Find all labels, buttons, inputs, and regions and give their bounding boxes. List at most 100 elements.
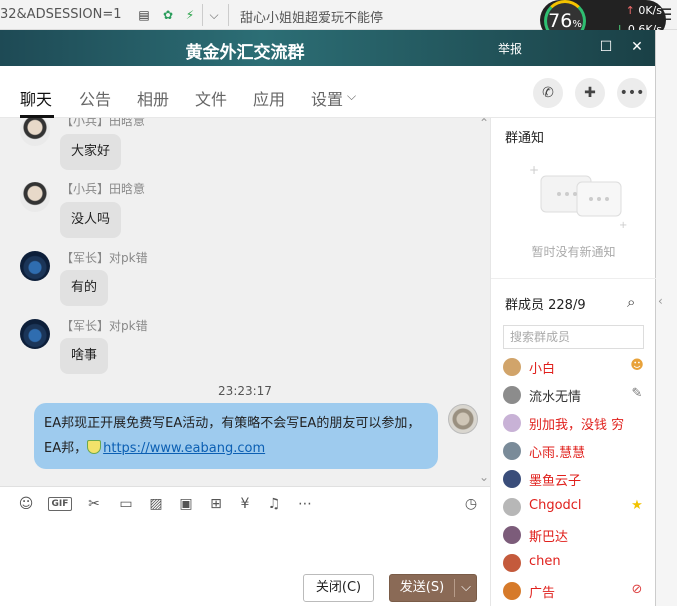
message-bubble: 有的: [60, 270, 109, 306]
input-toolbar: ☺ GIF ✂ ▭ ▨ ▣ ⊞ ¥ ♫ ⋯ ◷: [0, 486, 490, 520]
member-name: 斯巴达: [529, 530, 569, 545]
member-row[interactable]: Chgodcl ★: [503, 496, 651, 518]
emoji-icon[interactable]: ☺: [17, 495, 35, 513]
member-row[interactable]: 墨鱼云子: [503, 468, 651, 490]
avatar[interactable]: [20, 182, 50, 212]
history-clock-icon[interactable]: ◷: [462, 495, 480, 513]
message-sender: 【小兵】田晗意: [61, 182, 146, 196]
gift-icon[interactable]: ⊞: [207, 495, 225, 513]
message-bubble: 啥事: [60, 338, 109, 374]
collapse-arrow-icon[interactable]: ‹: [658, 294, 663, 308]
percent-unit: %: [572, 19, 582, 30]
tab-apps[interactable]: 应用: [253, 86, 285, 110]
member-name: 小白: [529, 362, 556, 377]
background-window-edge: ‹: [655, 30, 677, 606]
member-name: chen: [529, 554, 561, 569]
gif-icon[interactable]: GIF: [48, 497, 72, 511]
member-name: Chgodcl: [529, 498, 582, 513]
message-list[interactable]: 【小兵】田晗意 大家好 ⌃ 【小兵】田晗意 没人吗 【军长】对pk错 有的 【军…: [0, 118, 490, 486]
tab-settings[interactable]: 设置: [311, 86, 343, 110]
chat-window-header[interactable]: 黄金外汇交流群 举报 ☐ ✕: [0, 30, 655, 66]
avatar[interactable]: [503, 358, 521, 376]
message-timestamp: 23:23:17: [218, 384, 272, 398]
member-row[interactable]: 流水无情 ✎: [503, 384, 651, 406]
add-chat-icon[interactable]: ✚: [575, 78, 605, 108]
scroll-up-icon[interactable]: ⌃: [479, 118, 489, 130]
tab-album[interactable]: 相册: [137, 86, 169, 110]
edit-icon: ✎: [631, 386, 643, 401]
more-icon[interactable]: •••: [617, 78, 647, 108]
member-name: 别加我，没钱 穷: [529, 418, 625, 433]
search-icon[interactable]: ⌕: [627, 293, 635, 311]
member-row[interactable]: 小白 ☻: [503, 356, 651, 378]
avatar[interactable]: [20, 118, 50, 146]
group-title: 黄金外汇交流群: [185, 43, 305, 63]
my-avatar[interactable]: [448, 404, 478, 434]
screenshot-scissors-icon[interactable]: ✂: [85, 495, 103, 513]
avatar[interactable]: [503, 554, 521, 572]
message-sender: 【军长】对pk错: [61, 319, 148, 333]
red-packet-icon[interactable]: ¥: [236, 495, 254, 513]
message-bubble: 大家好: [60, 134, 122, 170]
member-name: 广告: [529, 586, 556, 601]
tab-bar: 聊天 公告 相册 文件 应用 设置 ⌵ ✆ ✚ •••: [0, 66, 655, 118]
gift-box-icon[interactable]: ▣: [177, 495, 195, 513]
member-row[interactable]: 广告 ⊘: [503, 580, 651, 602]
members-title: 群成员 228/9: [505, 298, 586, 313]
avatar[interactable]: [20, 251, 50, 281]
member-name: 墨鱼云子: [529, 474, 582, 489]
close-icon[interactable]: ✕: [629, 38, 645, 56]
avatar[interactable]: [503, 414, 521, 432]
upload-speed: 0K/s: [638, 4, 662, 17]
shield-icon: [87, 440, 102, 454]
address-bar-text[interactable]: 32&ADSESSION=1: [0, 7, 122, 22]
settings-chevron-icon[interactable]: ⌵: [347, 89, 356, 104]
group-side-panel: 群通知 + + 暂时没有新通知 群成员 228/9 ⌕ 搜索群成员 小白 ☻ 流水无情…: [490, 118, 656, 606]
avatar[interactable]: [503, 442, 521, 460]
folder-icon[interactable]: ▭: [117, 495, 135, 513]
search-suggestion[interactable]: 甜心小姐姐超爱玩不能停: [240, 7, 383, 26]
bell-icon[interactable]: ♫: [265, 495, 283, 513]
phone-call-icon[interactable]: ✆: [533, 78, 563, 108]
memory-percent: 76: [548, 10, 573, 32]
avatar[interactable]: [503, 498, 521, 516]
refresh-icon[interactable]: ✿: [160, 7, 176, 23]
send-button[interactable]: 发送(S) ⌵: [389, 574, 477, 602]
owner-icon: ☻: [630, 358, 644, 373]
svg-text:+: +: [529, 163, 539, 177]
tab-chat[interactable]: 聊天: [20, 86, 52, 110]
message-bubble: 没人吗: [60, 202, 122, 238]
avatar[interactable]: [503, 386, 521, 404]
tab-announcement[interactable]: 公告: [79, 86, 111, 110]
message-sender: 【军长】对pk错: [61, 251, 148, 265]
member-row[interactable]: 斯巴达: [503, 524, 651, 546]
more-tools-icon[interactable]: ⋯: [296, 495, 314, 513]
member-name: 心雨.慧慧: [529, 446, 586, 461]
member-name: 流水无情: [529, 390, 582, 405]
send-options-chevron-icon[interactable]: ⌵: [456, 575, 476, 601]
avatar[interactable]: [503, 582, 521, 600]
chevron-down-icon[interactable]: ⌵: [206, 7, 222, 23]
send-label: 发送(S): [399, 580, 445, 595]
member-row[interactable]: 别加我，没钱 穷: [503, 412, 651, 434]
message-sender: 【小兵】田晗意: [61, 118, 146, 128]
tab-files[interactable]: 文件: [195, 86, 227, 110]
star-icon: ★: [631, 498, 643, 513]
report-link[interactable]: 举报: [498, 40, 522, 57]
image-icon[interactable]: ▨: [147, 495, 165, 513]
block-icon: ⊘: [631, 582, 643, 597]
avatar[interactable]: [20, 319, 50, 349]
member-row[interactable]: 心雨.慧慧: [503, 440, 651, 462]
message-link[interactable]: https://www.eabang.com: [103, 441, 265, 456]
empty-notice-text: 暂时没有新通知: [531, 245, 616, 259]
maximize-icon[interactable]: ☐: [598, 38, 614, 56]
member-row[interactable]: chen: [503, 552, 651, 574]
notice-title: 群通知: [505, 131, 545, 146]
close-button[interactable]: 关闭(C): [303, 574, 374, 602]
scroll-down-icon[interactable]: ⌄: [479, 470, 489, 484]
reader-icon[interactable]: ▤: [136, 7, 152, 23]
avatar[interactable]: [503, 470, 521, 488]
avatar[interactable]: [503, 526, 521, 544]
member-search-input[interactable]: 搜索群成员: [503, 325, 644, 349]
lightning-icon[interactable]: ⚡: [182, 7, 198, 23]
